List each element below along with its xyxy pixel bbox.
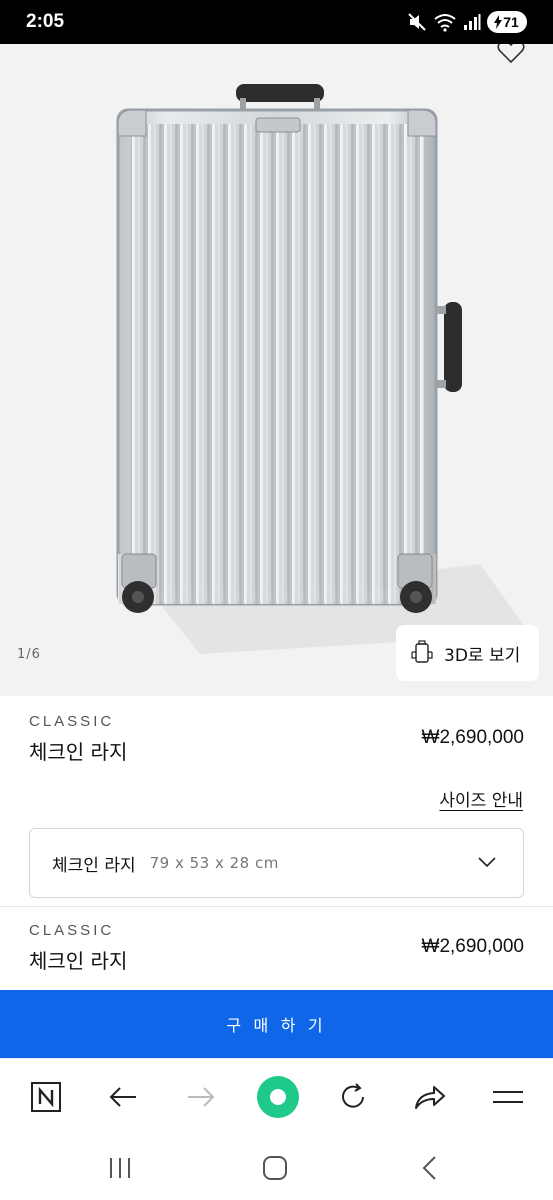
back-icon[interactable]: [412, 1150, 448, 1186]
sticky-product-price: ₩2,690,000: [421, 936, 524, 957]
3d-cube-icon: [411, 640, 433, 663]
back-arrow-icon[interactable]: [103, 1077, 143, 1117]
battery-indicator: 71: [487, 11, 527, 33]
naver-home-icon[interactable]: [26, 1077, 66, 1117]
suitcase-image: [116, 84, 530, 654]
wifi-icon: [434, 14, 456, 32]
status-time: 2:05: [26, 11, 65, 32]
system-navigation-bar: [0, 1136, 553, 1200]
view-3d-button[interactable]: 3D로 보기: [396, 625, 539, 681]
chevron-down-icon: [478, 857, 496, 868]
size-guide-link[interactable]: 사이즈 안내: [439, 786, 523, 811]
sticky-product-info: CLASSIC 체크인 라지 ₩2,690,000: [29, 922, 524, 974]
battery-level: 71: [503, 14, 519, 30]
status-icons: 71: [407, 10, 527, 34]
size-select-name: 체크인 라지: [52, 855, 136, 876]
buy-button[interactable]: 구 매 하 기: [0, 990, 553, 1058]
forward-arrow-icon: [181, 1077, 221, 1117]
divider: [0, 906, 553, 907]
wishlist-heart-icon[interactable]: [497, 44, 525, 64]
home-icon[interactable]: [257, 1150, 293, 1186]
product-price: ₩2,690,000: [421, 727, 524, 748]
size-select-dimensions: 79 x 53 x 28 cm: [149, 854, 279, 872]
charging-icon: [494, 15, 503, 29]
size-select[interactable]: 체크인 라지 79 x 53 x 28 cm: [29, 828, 524, 898]
share-icon[interactable]: [410, 1077, 450, 1117]
mute-icon: [408, 13, 426, 31]
view-3d-label: 3D로 보기: [444, 645, 521, 666]
menu-icon[interactable]: [488, 1077, 528, 1117]
browser-toolbar: [0, 1058, 553, 1136]
green-dot-icon[interactable]: [256, 1075, 300, 1119]
product-info: CLASSIC 체크인 라지 ₩2,690,000: [29, 713, 524, 765]
gallery-counter: 1/6: [17, 647, 41, 662]
refresh-icon[interactable]: [333, 1077, 373, 1117]
status-bar: 2:05 71: [0, 0, 553, 44]
product-gallery[interactable]: 1/6 3D로 보기: [0, 44, 553, 696]
signal-icon: [464, 14, 481, 30]
recent-apps-icon[interactable]: [102, 1150, 138, 1186]
